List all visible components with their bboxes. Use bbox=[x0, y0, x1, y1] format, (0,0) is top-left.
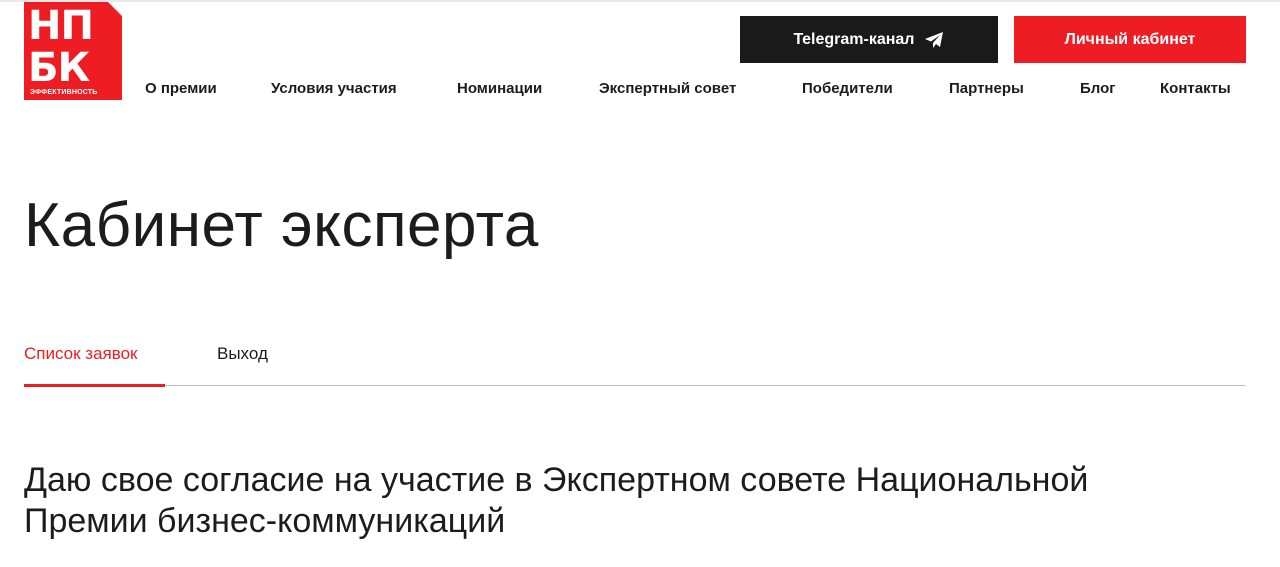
paper-plane-icon bbox=[925, 31, 944, 48]
logo-line-2: БК bbox=[28, 45, 90, 91]
active-tab-indicator bbox=[24, 384, 165, 387]
tab-logout[interactable]: Выход bbox=[217, 344, 268, 364]
top-border bbox=[0, 0, 1280, 2]
personal-cabinet-button[interactable]: Личный кабинет bbox=[1014, 16, 1246, 63]
consent-text: Даю свое согласие на участие в Экспертно… bbox=[24, 461, 1089, 540]
nav-item-expert-council[interactable]: Экспертный совет bbox=[599, 80, 736, 97]
nav-item-winners[interactable]: Победители bbox=[802, 80, 893, 97]
nav-item-contacts[interactable]: Контакты bbox=[1160, 80, 1231, 97]
nav-item-nominations[interactable]: Номинации bbox=[457, 80, 542, 97]
logo-line-1: НП bbox=[28, 3, 94, 49]
logo-corner-cut bbox=[108, 2, 122, 16]
nav-item-blog[interactable]: Блог bbox=[1080, 80, 1116, 97]
telegram-channel-button[interactable]: Telegram-канал bbox=[740, 16, 998, 63]
tab-applications-list[interactable]: Список заявок bbox=[24, 344, 137, 364]
cabinet-tabs: Список заявок Выход bbox=[24, 340, 1245, 387]
page-title: Кабинет эксперта bbox=[24, 191, 539, 260]
nav-item-conditions[interactable]: Условия участия bbox=[271, 80, 397, 97]
logo[interactable]: НП БК эффективность bbox=[24, 2, 122, 100]
nav-item-about[interactable]: О премии bbox=[145, 80, 217, 97]
logo-subtitle: эффективность bbox=[30, 89, 98, 96]
main-nav: О премии Условия участия Номинации Экспе… bbox=[145, 80, 1245, 102]
nav-item-partners[interactable]: Партнеры bbox=[949, 80, 1024, 97]
telegram-channel-label: Telegram-канал bbox=[793, 30, 915, 48]
